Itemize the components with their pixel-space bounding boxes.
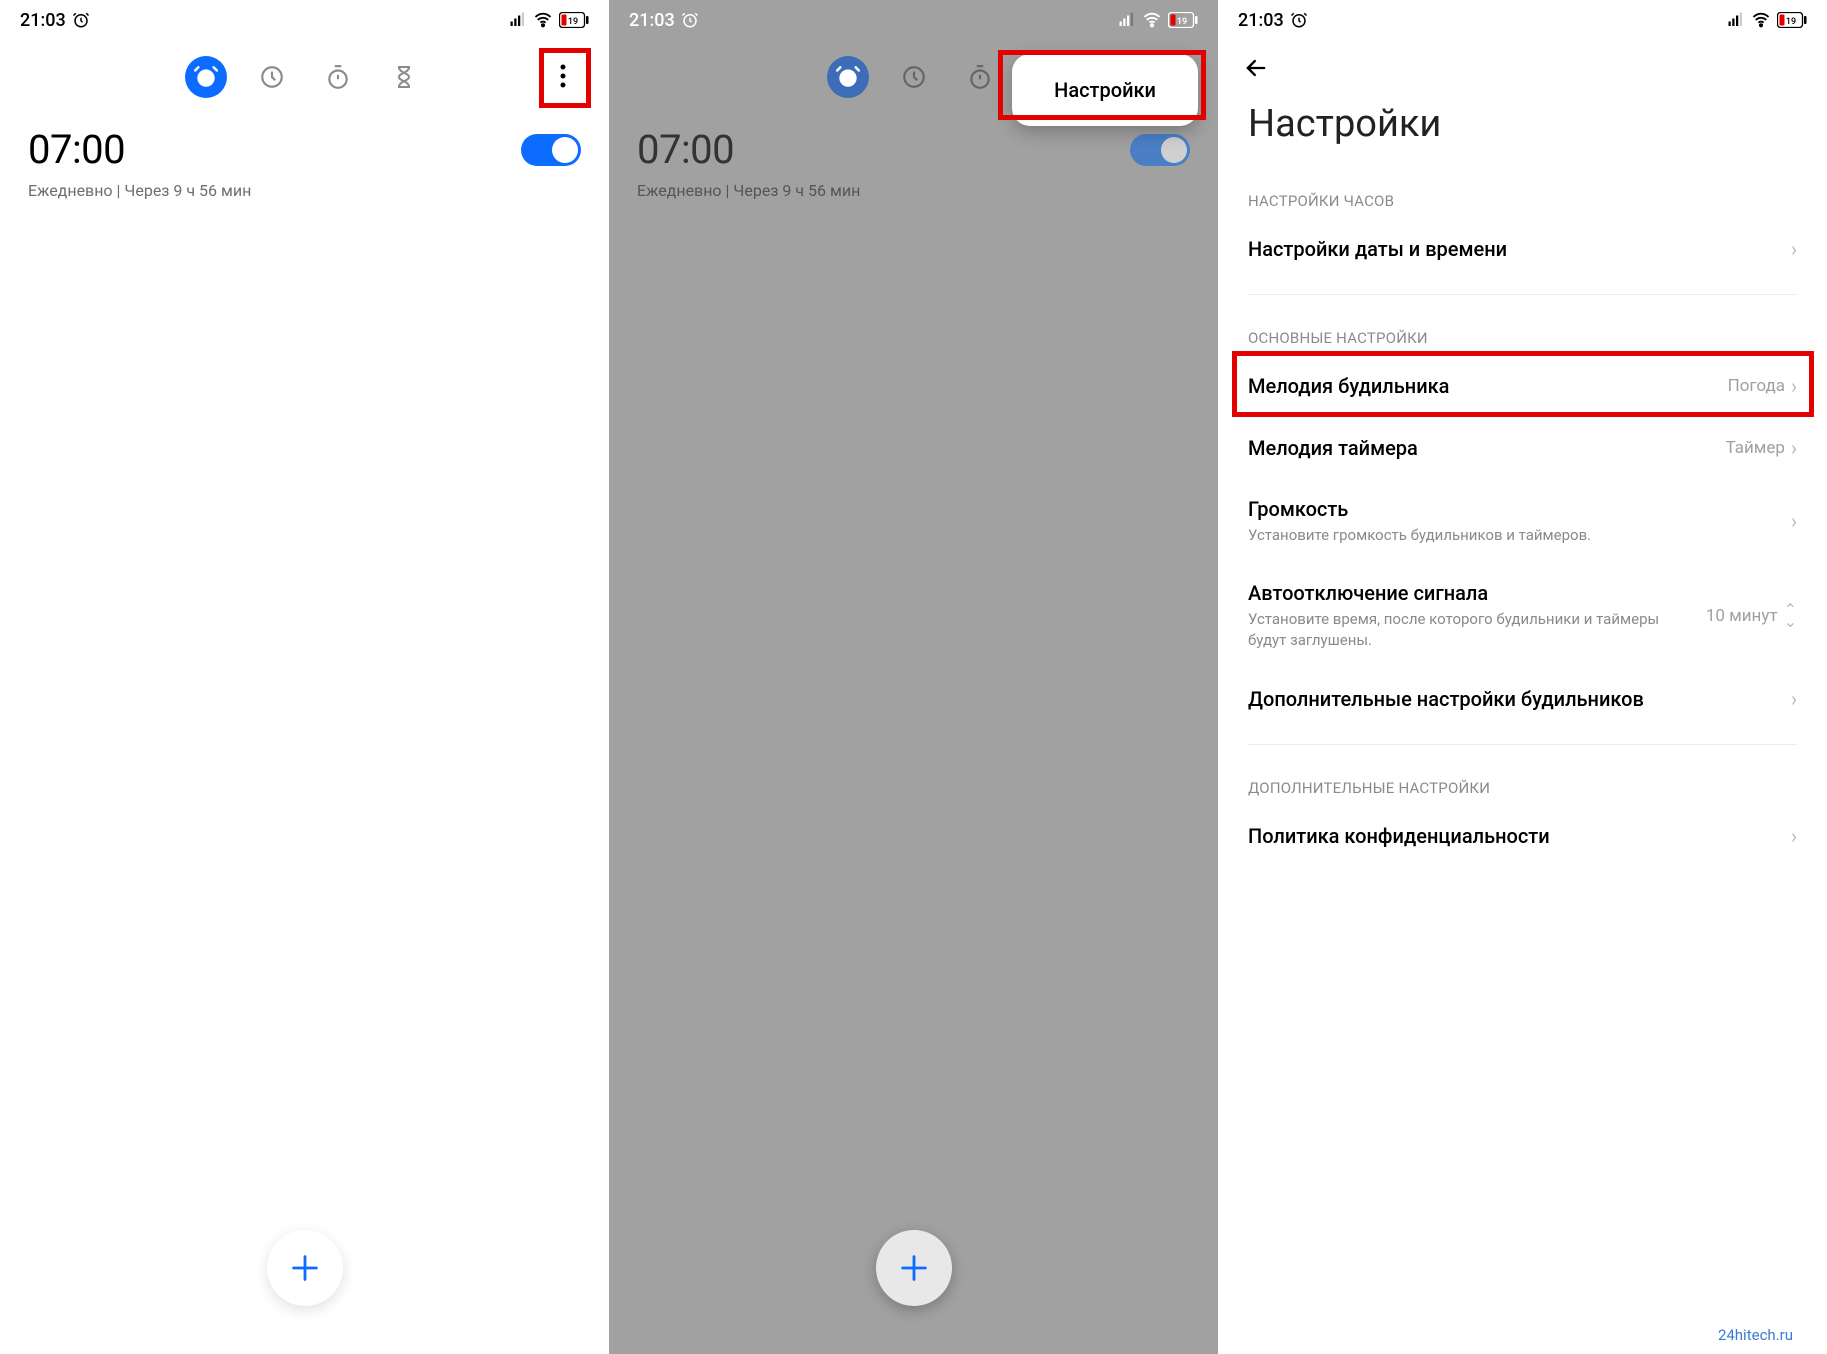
battery-icon: 19 <box>1168 12 1198 28</box>
screen-settings: 21:03 19 Настройки <box>1218 0 1827 1354</box>
highlight-overflow <box>539 48 591 108</box>
alarm-subtitle: Ежедневно | Через 9 ч 56 мин <box>0 181 609 200</box>
status-time: 21:03 <box>1238 10 1284 31</box>
svg-text:19: 19 <box>568 17 578 27</box>
svg-text:19: 19 <box>1786 17 1796 27</box>
divider <box>1248 744 1797 745</box>
alarm-status-icon <box>72 11 90 29</box>
row-volume[interactable]: Громкость Установите громкость будильник… <box>1218 479 1827 563</box>
tab-alarm[interactable] <box>827 56 869 98</box>
row-timer-ringtone[interactable]: Мелодия таймера Таймер › <box>1218 417 1827 479</box>
tab-alarm[interactable] <box>185 56 227 98</box>
row-date-time[interactable]: Настройки даты и времени › <box>1218 218 1827 280</box>
alarm-time: 07:00 <box>637 126 734 173</box>
signal-icon <box>1727 11 1745 29</box>
alarm-item[interactable]: 07:00 <box>0 108 609 181</box>
chevron-right-icon: › <box>1791 687 1797 711</box>
signal-icon <box>509 11 527 29</box>
tab-clock[interactable] <box>251 56 293 98</box>
add-alarm-button[interactable] <box>876 1230 952 1306</box>
tab-stopwatch[interactable] <box>959 56 1001 98</box>
row-auto-off[interactable]: Автоотключение сигнала Установите время,… <box>1218 563 1827 668</box>
chevron-right-icon: › <box>1791 509 1797 533</box>
section-clock-settings: НАСТРОЙКИ ЧАСОВ <box>1218 172 1827 218</box>
alarm-status-icon <box>1290 11 1308 29</box>
page-title: Настройки <box>1218 86 1827 172</box>
status-time: 21:03 <box>20 10 66 31</box>
row-privacy[interactable]: Политика конфиденциальности › <box>1218 805 1827 867</box>
status-bar: 21:03 19 <box>0 0 609 40</box>
wifi-icon <box>1751 11 1771 29</box>
row-advanced-alarm[interactable]: Дополнительные настройки будильников › <box>1218 668 1827 730</box>
battery-icon: 19 <box>1777 12 1807 28</box>
section-additional: ДОПОЛНИТЕЛЬНЫЕ НАСТРОЙКИ <box>1218 759 1827 805</box>
autooff-value: 10 минут <box>1706 606 1778 626</box>
highlight-ringtone <box>1232 351 1814 417</box>
add-alarm-button[interactable] <box>267 1230 343 1306</box>
signal-icon <box>1118 11 1136 29</box>
status-bar: 21:03 19 <box>1218 0 1827 40</box>
status-time: 21:03 <box>629 10 675 31</box>
alarm-toggle[interactable] <box>521 134 581 166</box>
updown-icon: ⌃⌄ <box>1784 604 1797 626</box>
wifi-icon <box>533 11 553 29</box>
alarm-toggle[interactable] <box>1130 134 1190 166</box>
screen-alarm-menu-open: 21:03 19 <box>609 0 1218 1354</box>
section-main-settings: ОСНОВНЫЕ НАСТРОЙКИ <box>1218 309 1827 355</box>
wifi-icon <box>1142 11 1162 29</box>
chevron-right-icon: › <box>1791 436 1797 460</box>
highlight-settings-popup <box>998 50 1206 120</box>
alarm-status-icon <box>681 11 699 29</box>
divider <box>1248 294 1797 295</box>
tab-timer[interactable] <box>383 56 425 98</box>
alarm-subtitle: Ежедневно | Через 9 ч 56 мин <box>609 181 1218 200</box>
battery-icon: 19 <box>559 12 589 28</box>
svg-text:19: 19 <box>1177 17 1187 27</box>
timer-value: Таймер <box>1726 438 1785 458</box>
alarm-time: 07:00 <box>28 126 125 173</box>
tab-clock[interactable] <box>893 56 935 98</box>
watermark: 24hitech.ru <box>1718 1326 1793 1344</box>
chevron-right-icon: › <box>1791 237 1797 261</box>
screen-alarm-list: 21:03 19 <box>0 0 609 1354</box>
chevron-right-icon: › <box>1791 824 1797 848</box>
status-bar: 21:03 19 <box>609 0 1218 40</box>
back-button[interactable] <box>1242 54 1803 82</box>
tab-bar <box>0 40 609 108</box>
tab-stopwatch[interactable] <box>317 56 359 98</box>
